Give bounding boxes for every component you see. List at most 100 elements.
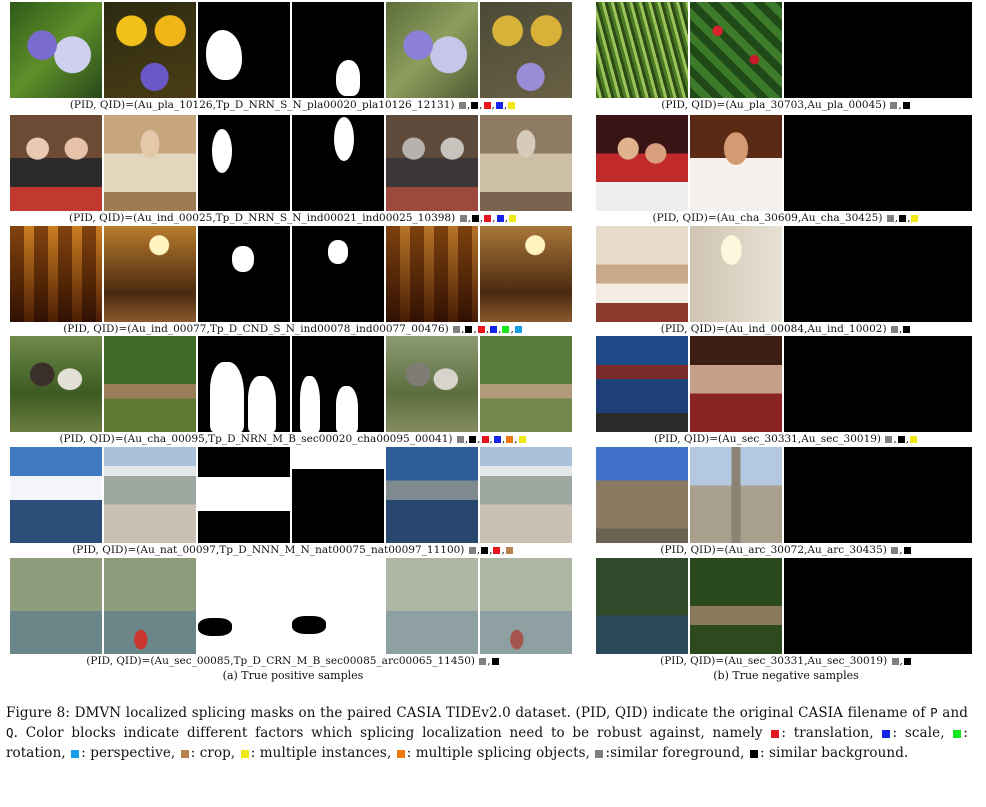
sample-caption: (PID, QID)=(Au_cha_00095,Tp_D_NRN_M_B_se… [10,432,576,446]
query-image [690,226,782,322]
probe-image [596,2,688,98]
factor-block [481,546,489,554]
factor-block [481,435,489,443]
probe-image [10,336,102,432]
factor-block [897,435,905,443]
legend-entry: : scale, [881,725,952,741]
factor-block [903,657,911,665]
factor-block [456,435,464,443]
legend-text: : multiple splicing objects, [406,745,595,761]
query-overlay [480,115,572,211]
predicted-masks [784,447,972,543]
legend-text: : multiple instances, [250,745,396,761]
pid-qid-text: (PID, QID)=(Au_ind_00084,Au_ind_10002) [660,323,887,335]
factor-block [506,435,514,443]
legend-color-block [240,749,249,758]
factor-block [468,546,476,554]
legend-entry: : multiple splicing objects, [396,745,595,761]
legend-text: : crop, [190,745,240,761]
factor-block [469,435,477,443]
factor-block [479,657,487,665]
factor-block [911,214,919,222]
query-image [104,336,196,432]
probe-mask [198,115,290,211]
probe-image [596,336,688,432]
query-mask [292,336,384,432]
probe-image [10,558,102,654]
probe-mask [198,226,290,322]
factor-block [886,214,894,222]
predicted-masks [784,336,972,432]
sample-caption: (PID, QID)=(Au_sec_00085,Tp_D_CRN_M_B_se… [10,654,576,668]
query-image [104,447,196,543]
pid-qid-text: (PID, QID)=(Au_pla_10126,Tp_D_NRN_S_N_pl… [69,99,455,111]
image-strip [10,2,572,98]
sample-caption: (PID, QID)=(Au_pla_10126,Tp_D_NRN_S_N_pl… [10,98,576,112]
factor-blocks: ,,,,, [452,323,523,335]
legend-entry: : crop, [180,745,240,761]
pid-qid-text: (PID, QID)=(Au_sec_00085,Tp_D_CRN_M_B_se… [86,655,475,667]
probe-overlay [386,447,478,543]
query-overlay [480,336,572,432]
query-mask [292,558,384,654]
sample-caption: (PID, QID)=(Au_ind_00077,Tp_D_CND_S_N_in… [10,322,576,336]
factor-blocks: , [478,655,499,667]
legend-color-block [595,749,604,758]
probe-mask [198,2,290,98]
legend-color-block [71,749,80,758]
factor-blocks: ,, [886,212,920,224]
caption-q-symbol: Q [6,725,14,740]
probe-overlay [386,558,478,654]
legend-entry: : perspective, [70,745,180,761]
image-strip [596,115,972,211]
legend-text: :similar foreground, [605,745,749,761]
factor-blocks: ,, [884,433,918,445]
query-image [690,115,782,211]
pid-qid-text: (PID, QID)=(Au_nat_00097,Tp_D_NNN_M_N_na… [72,544,465,556]
factor-block [910,435,918,443]
predicted-masks [784,2,972,98]
sample-caption: (PID, QID)=(Au_sec_30331,Au_sec_30019) ,… [596,432,976,446]
probe-image [596,558,688,654]
sample-caption: (PID, QID)=(Au_arc_30072,Au_arc_30435) , [596,543,976,557]
factor-blocks: ,,,,, [456,433,527,445]
legend-color-block [771,729,780,738]
factor-block [484,214,492,222]
pid-qid-text: (PID, QID)=(Au_arc_30072,Au_arc_30435) [660,544,887,556]
probe-overlay [386,336,478,432]
query-image [690,336,782,432]
image-strip [596,2,972,98]
probe-image [596,447,688,543]
legend-color-block [953,729,962,738]
factor-block [493,435,501,443]
probe-mask [198,447,290,543]
query-mask [292,2,384,98]
factor-block [471,214,479,222]
image-strip [10,336,572,432]
probe-image [596,115,688,211]
figure-label: Figure 8: [6,705,70,721]
legend-text: : similar background. [759,745,909,761]
figure-caption: Figure 8: DMVN localized splicing masks … [6,703,968,763]
factor-block [508,101,516,109]
factor-block [508,214,516,222]
factor-block [483,101,491,109]
legend-color-block [180,749,189,758]
probe-image [10,115,102,211]
image-strip [10,558,572,654]
factor-blocks: , [891,655,912,667]
legend-color-block [749,749,758,758]
factor-blocks: ,,,, [458,99,516,111]
factor-block [502,325,510,333]
query-image [104,558,196,654]
image-strip [10,447,572,543]
legend-text: : perspective, [81,745,180,761]
factor-blocks: , [890,323,911,335]
factor-blocks: ,,,, [459,212,517,224]
factor-block [891,546,899,554]
factor-block [518,435,526,443]
image-strip [596,558,972,654]
query-image [690,2,782,98]
factor-blocks: , [890,544,911,556]
sample-caption: (PID, QID)=(Au_sec_30331,Au_sec_30019) , [596,654,976,668]
